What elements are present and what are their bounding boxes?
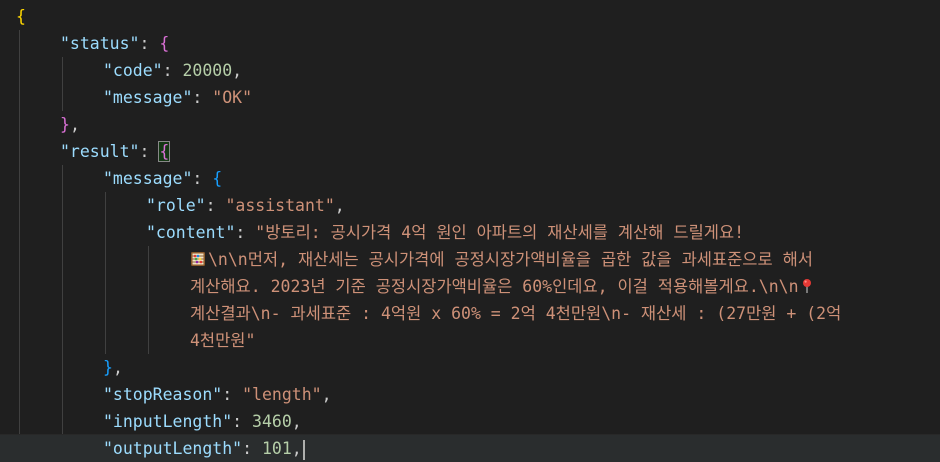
code-line[interactable]: "content": "방토리: 공시가격 4억 원인 아파트의 재산세를 계산… xyxy=(0,219,940,246)
content-line-2: \n\n먼저, 재산세는 공시가격에 공정시장가액비율을 곱한 값을 과세표준으… xyxy=(208,250,813,269)
status-message-value: "OK" xyxy=(212,88,253,107)
message-close: }, xyxy=(103,358,123,377)
input-length-entry: "inputLength": 3460, xyxy=(103,412,302,431)
role-key: "role" xyxy=(146,196,206,215)
content-line-3: 계산해요. 2023년 기준 공정시장가액비율은 60%인데요, 이걸 적용해볼… xyxy=(190,277,799,296)
result-open-brace-match: { xyxy=(158,141,171,162)
status-entry: "status": { xyxy=(60,34,170,53)
status-key: "status" xyxy=(60,34,140,53)
code-line[interactable]: "stopReason": "length", xyxy=(0,381,940,408)
status-message-key: "message" xyxy=(103,88,193,107)
result-message-key: "message" xyxy=(103,169,193,188)
content-wrap-5: 4천만원" xyxy=(190,327,255,354)
content-wrap-4: 계산결과\n- 과세표준 : 4억원 x 60% = 2억 4천만원\n- 재산… xyxy=(190,300,841,327)
content-line-4: 계산결과\n- 과세표준 : 4억원 x 60% = 2억 4천만원\n- 재산… xyxy=(190,304,842,323)
content-line-1: "방토리: 공시가격 4억 원인 아파트의 재산세를 계산해 드릴게요! xyxy=(255,223,745,242)
message-entry: "message": { xyxy=(103,169,223,188)
message-open-brace: { xyxy=(212,169,223,188)
input-length-key: "inputLength" xyxy=(103,412,233,431)
code-line-wrapped[interactable]: 4천만원" xyxy=(0,327,940,354)
role-value: "assistant" xyxy=(225,196,335,215)
code-line[interactable]: "role": "assistant", xyxy=(0,192,940,219)
content-line-5: 4천만원" xyxy=(190,331,256,350)
code-line-wrapped[interactable]: \n\n먼저, 재산세는 공시가격에 공정시장가액비율을 곱한 값을 과세표준으… xyxy=(0,246,940,273)
text-cursor xyxy=(302,439,305,460)
code-line-wrapped[interactable]: 계산결과\n- 과세표준 : 4억원 x 60% = 2억 4천만원\n- 재산… xyxy=(0,300,940,327)
code-line-wrapped[interactable]: 계산해요. 2023년 기준 공정시장가액비율은 60%인데요, 이걸 적용해볼… xyxy=(0,273,940,300)
output-length-key: "outputLength" xyxy=(103,439,243,458)
code-line[interactable]: { xyxy=(0,3,940,30)
content-wrap-2: \n\n먼저, 재산세는 공시가격에 공정시장가액비율을 곱한 값을 과세표준으… xyxy=(190,246,813,273)
status-open-brace: { xyxy=(159,34,170,53)
code-entry: "code": 20000, xyxy=(103,61,243,80)
result-entry: "result": { xyxy=(60,141,171,162)
abacus-emoji-icon xyxy=(191,252,205,266)
json-open-brace: { xyxy=(16,7,26,26)
status-close: }, xyxy=(60,115,80,134)
code-line[interactable]: "message": { xyxy=(0,165,940,192)
stop-reason-entry: "stopReason": "length", xyxy=(103,385,332,404)
status-close-brace: } xyxy=(60,115,70,134)
stop-reason-value: "length" xyxy=(242,385,322,404)
content-key: "content" xyxy=(146,223,236,242)
content-wrap-3: 계산해요. 2023년 기준 공정시장가액비율은 60%인데요, 이걸 적용해볼… xyxy=(190,273,817,300)
code-line[interactable]: "inputLength": 3460, xyxy=(0,408,940,435)
code-value: 20000 xyxy=(182,61,233,80)
content-entry: "content": "방토리: 공시가격 4억 원인 아파트의 재산세를 계산… xyxy=(146,223,745,242)
code-line[interactable]: }, xyxy=(0,354,940,381)
status-message-entry: "message": "OK" xyxy=(103,88,253,107)
code-line[interactable]: "code": 20000, xyxy=(0,57,940,84)
input-length-value: 3460 xyxy=(252,412,292,431)
output-length-entry: "outputLength": 101, xyxy=(103,435,305,462)
code-line-current[interactable]: "outputLength": 101, xyxy=(0,434,940,462)
message-close-brace: } xyxy=(103,358,113,377)
code-line[interactable]: }, xyxy=(0,111,940,138)
output-length-value: 101 xyxy=(261,439,292,458)
role-entry: "role": "assistant", xyxy=(146,196,345,215)
round-pushpin-emoji-icon xyxy=(802,279,811,293)
code-key: "code" xyxy=(103,61,163,80)
code-line[interactable]: "result": { xyxy=(0,138,940,165)
code-line[interactable]: "message": "OK" xyxy=(0,84,940,111)
json-editor[interactable]: { "status": { "code": 20000, "message": … xyxy=(0,0,940,462)
stop-reason-key: "stopReason" xyxy=(103,385,223,404)
result-key: "result" xyxy=(60,142,140,161)
code-line[interactable]: "status": { xyxy=(0,30,940,57)
